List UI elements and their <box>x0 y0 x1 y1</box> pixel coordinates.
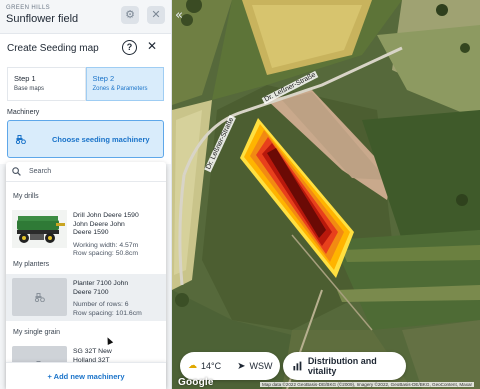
group-title-single-grain: My single grain <box>13 329 61 336</box>
distribution-vitality-button[interactable]: Distribution and vitality <box>283 352 406 380</box>
temperature: ☁ 14°C <box>180 352 229 380</box>
collapse-panel-button[interactable]: « <box>172 6 186 26</box>
google-logo: Google <box>178 377 214 388</box>
drill-spec-spacing: Row spacing: 50.8cm <box>73 250 138 257</box>
machinery-search[interactable]: Search <box>6 162 166 182</box>
machinery-dropdown: Search My drills Drill John Deere 1590 J… <box>6 162 166 389</box>
dialog-header: Create Seeding map ? ✕ <box>0 33 171 63</box>
gear-icon: ⚙ <box>125 8 135 21</box>
planter-name: Planter 7100 John Deere 7100 <box>73 280 129 296</box>
settings-button[interactable]: ⚙ <box>121 6 139 24</box>
tractor-icon <box>34 292 45 302</box>
close-dialog-button[interactable]: ✕ <box>147 39 157 53</box>
machinery-item-drill[interactable]: Drill John Deere 1590 John Deere John De… <box>6 206 166 257</box>
wind-direction: WSW <box>249 361 273 371</box>
field-header: GREEN HILLS Sunflower field ⚙ ✕ <box>0 0 171 33</box>
map-attribution: Map data ©2022 GeoBasis-DE/BKG (©2009), … <box>260 382 475 387</box>
tab-step-1[interactable]: Step 1 Base maps <box>7 67 86 101</box>
step-tabs: Step 1 Base maps Step 2 Zones & Paramete… <box>0 63 171 101</box>
close-field-button[interactable]: ✕ <box>147 6 165 24</box>
drill-image <box>12 210 67 248</box>
distribution-label: Distribution and vitality <box>307 356 377 376</box>
machinery-area: Choose seeding machinery <box>0 120 171 164</box>
planter-image <box>12 278 67 316</box>
machinery-item-planter[interactable]: Planter 7100 John Deere 7100 Number of r… <box>6 274 166 321</box>
planter-spec-rows: Number of rows: 6 <box>73 301 129 308</box>
wind: ➤ WSW <box>229 352 280 380</box>
help-button[interactable]: ? <box>122 40 137 55</box>
add-machinery-button[interactable]: + Add new machinery <box>6 362 166 389</box>
close-icon: ✕ <box>147 39 158 53</box>
question-icon: ? <box>126 42 133 52</box>
tab-step-2[interactable]: Step 2 Zones & Parameters <box>85 67 164 101</box>
planter-spec-spacing: Row spacing: 101.6cm <box>73 309 142 317</box>
search-input[interactable]: Search <box>29 168 51 175</box>
group-title-drills: My drills <box>13 193 39 200</box>
bar-chart-icon <box>293 361 302 371</box>
temperature-value: 14°C <box>201 361 222 371</box>
map-imagery <box>172 0 480 389</box>
step-2-sub: Zones & Parameters <box>92 86 148 92</box>
farm-name: GREEN HILLS <box>6 5 51 11</box>
machinery-label: Machinery <box>0 101 171 120</box>
chevron-left-icon: « <box>175 8 183 23</box>
weather-widget[interactable]: ☁ 14°C ➤ WSW <box>180 352 280 380</box>
close-icon: ✕ <box>151 8 161 21</box>
seeding-map-panel: GREEN HILLS Sunflower field ⚙ ✕ Create S… <box>0 0 172 389</box>
drill-spec-width: Working width: 4.57m <box>73 241 139 249</box>
field-name: Sunflower field <box>6 13 79 25</box>
step-1-label: Step 1 <box>14 74 36 83</box>
step-2-label: Step 2 <box>92 74 115 83</box>
dialog-title: Create Seeding map <box>7 43 99 54</box>
search-icon <box>12 167 21 176</box>
step-1-sub: Base maps <box>14 86 45 92</box>
satellite-map[interactable]: « Dr. Leßner-Straße Dr. Leßner-Straße ☁ … <box>172 0 480 389</box>
choose-machinery-button[interactable]: Choose seeding machinery <box>7 120 164 158</box>
tractor-icon <box>15 134 26 144</box>
drill-name: Drill John Deere 1590 John Deere John De… <box>73 212 139 236</box>
wind-arrow-icon: ➤ <box>237 360 246 372</box>
partly-cloudy-icon: ☁ <box>188 361 197 371</box>
choose-machinery-label: Choose seeding machinery <box>52 134 150 144</box>
